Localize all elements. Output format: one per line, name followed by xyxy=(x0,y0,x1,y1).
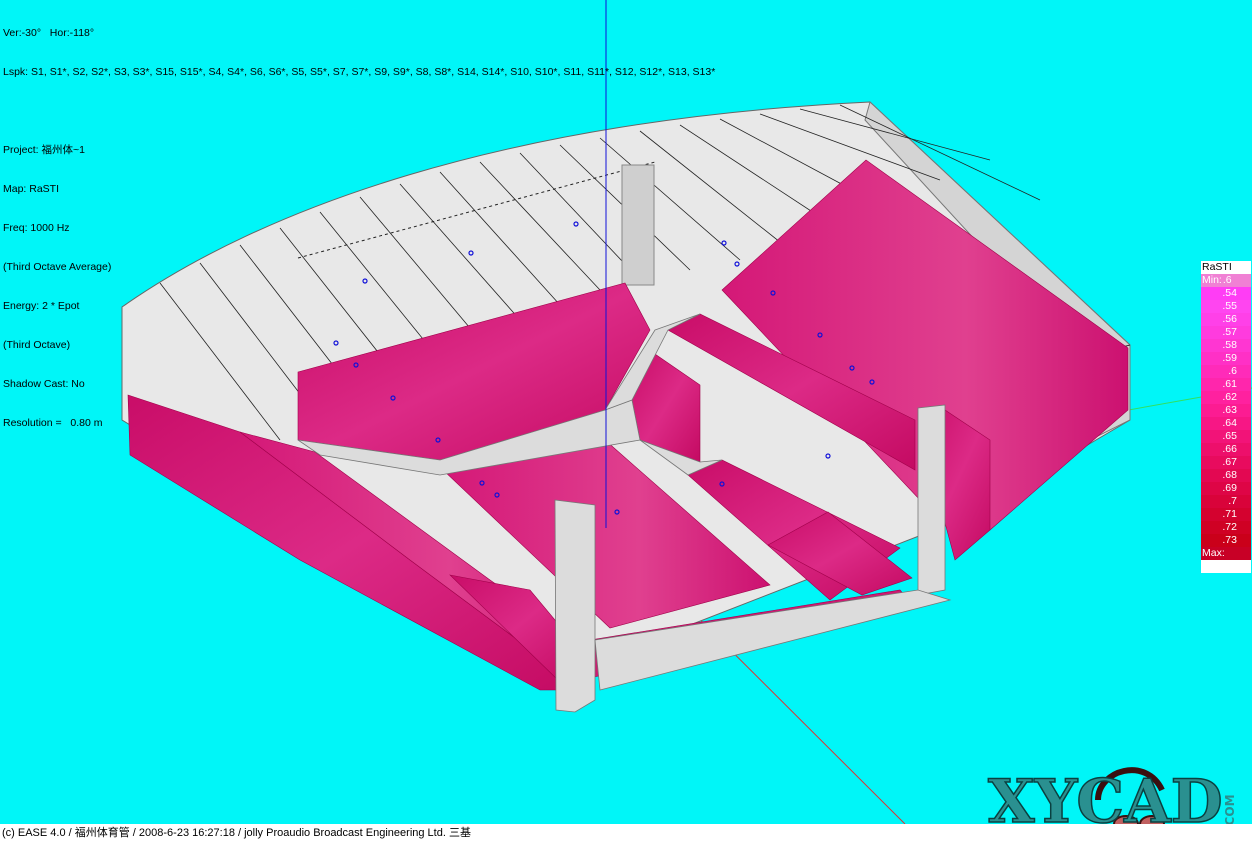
watermark-suffix: .COM xyxy=(1223,794,1237,824)
legend-row-value: .6 xyxy=(1222,274,1232,286)
band-mode: (Third Octave) xyxy=(3,339,71,351)
legend-row-value: .71 xyxy=(1222,508,1237,520)
legend-row: .64 xyxy=(1201,417,1251,430)
legend-row: .68 xyxy=(1201,469,1251,482)
legend-row: .61 xyxy=(1201,378,1251,391)
legend-row-value: .72 xyxy=(1222,521,1237,533)
legend-row-value: .63 xyxy=(1222,404,1237,416)
legend-row: .59 xyxy=(1201,352,1251,365)
legend-row-value: .55 xyxy=(1222,300,1237,312)
legend-row: Min: .6 xyxy=(1201,274,1251,287)
project-name: Project: 福州体~1 xyxy=(3,144,85,156)
legend-row: .62 xyxy=(1201,391,1251,404)
legend-row-value: .56 xyxy=(1222,313,1237,325)
status-bar: (c) EASE 4.0 / 福州体育管 / 2008-6-23 16:27:1… xyxy=(0,824,1252,843)
legend-row-value: .54 xyxy=(1222,287,1237,299)
legend-row: .58 xyxy=(1201,339,1251,352)
legend-row-value: .67 xyxy=(1222,456,1237,468)
legend-row: .65 xyxy=(1201,430,1251,443)
legend-row-value: .68 xyxy=(1222,469,1237,481)
legend-row-value: .66 xyxy=(1222,443,1237,455)
legend-row-value: .65 xyxy=(1222,430,1237,442)
legend-row: .7 xyxy=(1201,495,1251,508)
legend-row-value: .64 xyxy=(1222,417,1237,429)
legend-row-label: Min: xyxy=(1202,274,1222,286)
legend-row-value: .61 xyxy=(1222,378,1237,390)
legend-row: .63 xyxy=(1201,404,1251,417)
legend-row: .57 xyxy=(1201,326,1251,339)
legend-row: .56 xyxy=(1201,313,1251,326)
legend-row-value: .73 xyxy=(1222,534,1237,546)
legend-row-value: .59 xyxy=(1222,352,1237,364)
shadow-cast: Shadow Cast: No xyxy=(3,378,85,390)
legend-row-value: .69 xyxy=(1222,482,1237,494)
legend-row: .73 xyxy=(1201,534,1251,547)
view-info-panel: Ver:-30° Hor:-118° Lspk: S1, S1*, S2, S2… xyxy=(3,1,715,456)
legend-row: .66 xyxy=(1201,443,1251,456)
resolution: Resolution = 0.80 m xyxy=(3,417,103,429)
color-legend: RaSTI Min: .6.54.55.56.57.58.59.6.61.62.6… xyxy=(1201,261,1251,573)
watermark-text: XYCAD xyxy=(988,767,1223,824)
map-type: Map: RaSTI xyxy=(3,183,60,195)
legend-row-value: .7 xyxy=(1228,495,1237,507)
loudspeaker-list: Lspk: S1, S1*, S2, S2*, S3, S3*, S15, S1… xyxy=(3,66,716,78)
legend-row: .71 xyxy=(1201,508,1251,521)
legend-row: .6 xyxy=(1201,365,1251,378)
legend-title: RaSTI xyxy=(1201,261,1251,274)
legend-row: .55 xyxy=(1201,300,1251,313)
legend-row-value: .57 xyxy=(1222,326,1237,338)
status-text: (c) EASE 4.0 / 福州体育管 / 2008-6-23 16:27:1… xyxy=(2,827,471,839)
frequency: Freq: 1000 Hz xyxy=(3,222,70,234)
averaging-mode: (Third Octave Average) xyxy=(3,261,112,273)
legend-row: .54 xyxy=(1201,287,1251,300)
energy-mode: Energy: 2 * Epot xyxy=(3,300,80,312)
legend-row: .72 xyxy=(1201,521,1251,534)
legend-row-value: .58 xyxy=(1222,339,1237,351)
legend-row: .67 xyxy=(1201,456,1251,469)
legend-row-label: Max: xyxy=(1202,547,1225,559)
xycad-watermark: XYCAD .COM xyxy=(987,766,1237,824)
legend-row-value: .6 xyxy=(1228,365,1237,377)
3d-viewport[interactable]: Ver:-30° Hor:-118° Lspk: S1, S1*, S2, S2… xyxy=(0,0,1252,824)
legend-row-value: .62 xyxy=(1222,391,1237,403)
view-angles: Ver:-30° Hor:-118° xyxy=(3,27,95,39)
legend-row: .69 xyxy=(1201,482,1251,495)
legend-row-value: .72 xyxy=(1202,560,1217,572)
legend-row: Max: .72 xyxy=(1201,547,1251,572)
